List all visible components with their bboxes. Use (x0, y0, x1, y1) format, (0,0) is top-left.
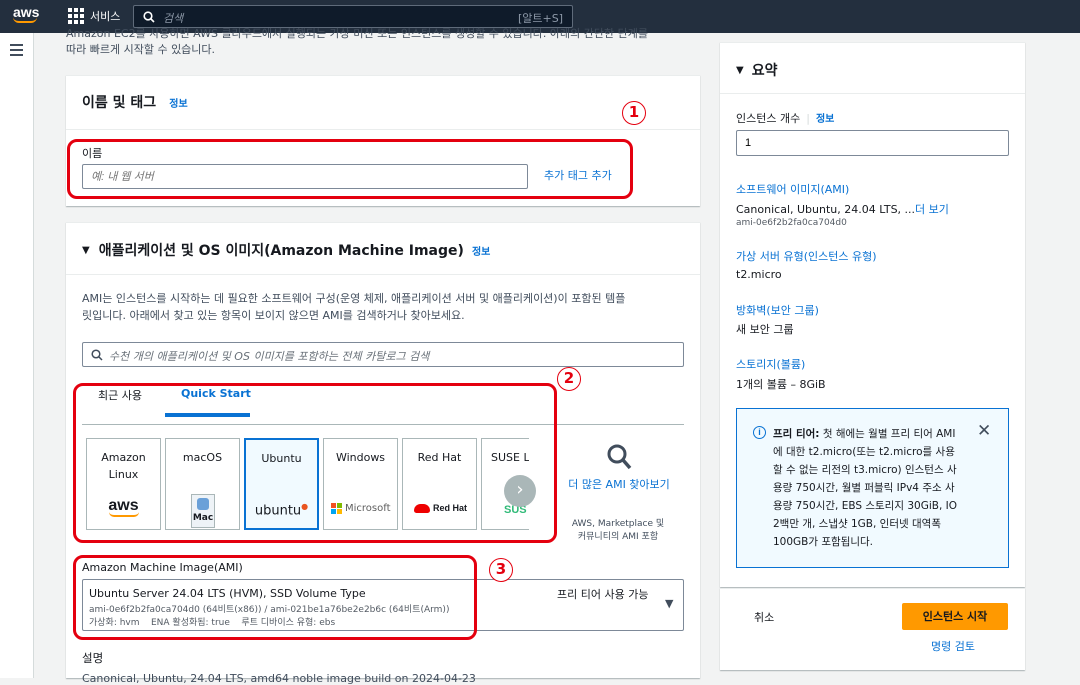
description-label: 설명 (82, 651, 104, 665)
services-menu-button[interactable]: 서비스 (68, 8, 120, 24)
summary-ami-id: ami-0e6f2b2fa0ca704d0 (736, 218, 847, 228)
browse-more-amis-link[interactable]: 더 많은 AMI 찾아보기 (565, 477, 673, 493)
description-value: Canonical, Ubuntu, 24.04 LTS, amd64 nobl… (82, 672, 476, 685)
ami-title: 애플리케이션 및 OS 이미지(Amazon Machine Image) (98, 243, 464, 259)
summary-storage-link[interactable]: 스토리지(볼륨) (736, 356, 805, 372)
summary-storage-value: 1개의 볼륨 – 8GiB (736, 378, 826, 391)
annotation-box-2 (73, 383, 557, 543)
global-search-input[interactable]: 검색 [알트+S] (133, 5, 573, 28)
magnifier-icon (606, 443, 632, 475)
divider (66, 274, 700, 275)
cancel-button[interactable]: 취소 (754, 609, 774, 625)
divider (66, 129, 700, 130)
ami-search-placeholder: 수천 개의 애플리케이션 및 OS 이미지를 포함하는 전체 카탈로그 검색 (109, 350, 430, 363)
annotation-box-3 (73, 555, 477, 640)
annotation-number-3: 3 (489, 558, 513, 582)
annotation-number-2: 2 (557, 367, 581, 391)
ami-desc-line-2: 릿입니다. 아래에서 찾고 있는 항목이 보이지 않으면 AMI를 검색하거나 … (82, 309, 465, 322)
search-icon (91, 349, 103, 361)
info-icon: i (753, 426, 766, 439)
name-tags-title: 이름 및 태그 (82, 95, 157, 111)
ami-search-input[interactable]: 수천 개의 애플리케이션 및 OS 이미지를 포함하는 전체 카탈로그 검색 (82, 342, 684, 367)
aws-logo[interactable]: aws (13, 5, 43, 27)
launch-instance-button[interactable]: 인스턴스 시작 (902, 603, 1008, 630)
search-icon (143, 11, 155, 23)
search-shortcut: [알트+S] (517, 12, 563, 25)
summary-header: ▼ 요약 (736, 60, 777, 80)
ami-info-link[interactable]: 정보 (472, 243, 490, 258)
ami-description: AMI는 인스턴스를 시작하는 데 필요한 소프트웨어 구성(운영 체제, 애플… (82, 290, 625, 324)
annotation-box-1 (67, 139, 633, 199)
browse-more-subtext: AWS, Marketplace 및 커뮤니티의 AMI 포함 (571, 519, 665, 542)
divider (720, 93, 1025, 94)
ami-header: ▼ 애플리케이션 및 OS 이미지(Amazon Machine Image) … (82, 240, 490, 260)
instance-count-info-link[interactable]: 정보 (816, 114, 834, 125)
close-icon[interactable]: ✕ (977, 421, 991, 441)
instance-count-label: 인스턴스 개수 | 정보 (736, 112, 835, 125)
menu-icon[interactable] (10, 44, 23, 59)
search-placeholder: 검색 (163, 12, 184, 25)
grid-icon (68, 8, 84, 24)
instance-count-input[interactable] (736, 130, 1009, 156)
summary-instance-type-value: t2.micro (736, 268, 782, 281)
review-commands-link[interactable]: 명령 검토 (931, 638, 975, 654)
caret-down-icon[interactable]: ▼ (736, 65, 744, 76)
intro-text: Amazon EC2를 사용하면 AWS 클라우드에서 실행되는 가상 머신 또… (66, 26, 648, 58)
summary-instance-type-link[interactable]: 가상 서버 유형(인스턴스 유형) (736, 248, 877, 264)
caret-down-icon: ▼ (665, 597, 674, 610)
free-tier-badge: 프리 티어 사용 가능 (557, 588, 649, 601)
annotation-number-1: 1 (622, 101, 646, 125)
summary-firewall-value: 새 보안 그룹 (736, 323, 794, 336)
summary-title: 요약 (751, 63, 778, 79)
caret-down-icon[interactable]: ▼ (82, 245, 90, 256)
free-tier-alert: i 프리 티어: 첫 해에는 월별 프리 티어 AMI에 대한 t2.micro… (736, 408, 1009, 568)
summary-ami-value: Canonical, Ubuntu, 24.04 LTS, ...더 보기 (736, 203, 949, 216)
show-more-link[interactable]: 더 보기 (915, 203, 949, 216)
summary-ami-link[interactable]: 소프트웨어 이미지(AMI) (736, 181, 849, 197)
intro-line-1: Amazon EC2를 사용하면 AWS 클라우드에서 실행되는 가상 머신 또… (66, 27, 648, 40)
free-tier-text: 프리 티어: 첫 해에는 월별 프리 티어 AMI에 대한 t2.micro(또… (773, 428, 957, 548)
name-tags-info-link[interactable]: 정보 (169, 99, 187, 110)
intro-line-2: 따라 빠르게 시작할 수 있습니다. (66, 43, 216, 56)
name-tags-header: 이름 및 태그 정보 (82, 92, 188, 112)
summary-firewall-link[interactable]: 방화벽(보안 그룹) (736, 302, 819, 318)
ami-desc-line-1: AMI는 인스턴스를 시작하는 데 필요한 소프트웨어 구성(운영 체제, 애플… (82, 292, 626, 305)
services-label: 서비스 (90, 10, 121, 23)
left-rail (0, 33, 34, 678)
